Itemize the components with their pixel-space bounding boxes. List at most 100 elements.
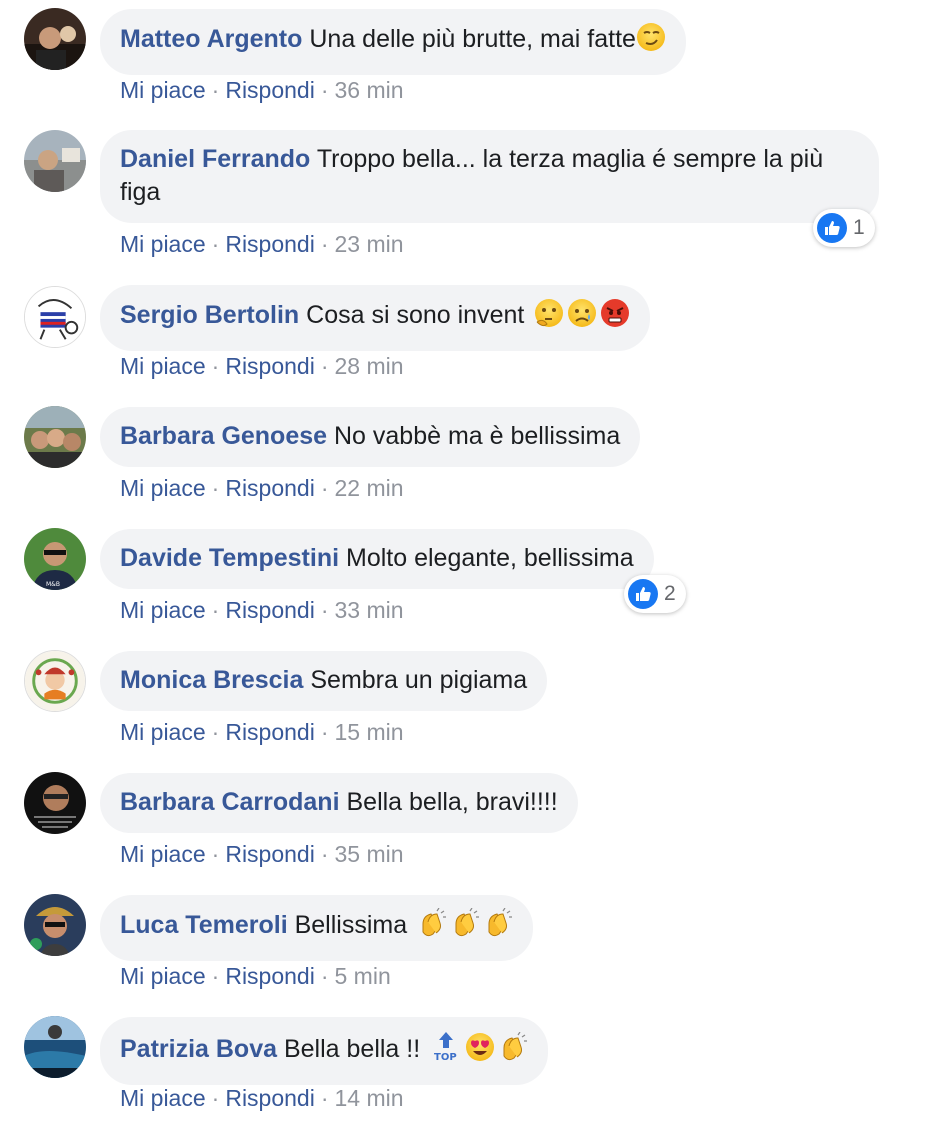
separator: · — [211, 719, 220, 745]
comment-bubble: Sergio Bertolin Cosa si sono invent — [100, 285, 651, 351]
reaction-count-badge[interactable]: 1 — [813, 209, 875, 247]
like-link[interactable]: Mi piace — [120, 231, 206, 257]
separator: · — [320, 231, 329, 257]
separator: · — [211, 841, 220, 867]
comment-actions: Mi piace · Rispondi · 5 min — [120, 962, 391, 990]
reaction-count: 1 — [853, 216, 865, 239]
reply-link[interactable]: Rispondi — [225, 231, 315, 257]
reply-link[interactable]: Rispondi — [225, 963, 315, 989]
reply-link[interactable]: Rispondi — [225, 353, 315, 379]
comment-timestamp[interactable]: 22 min — [335, 475, 404, 501]
comment-author[interactable]: Davide Tempestini — [120, 544, 339, 572]
comment-actions: Mi piace · Rispondi · 15 min — [120, 718, 404, 746]
sad-tear-face-icon — [567, 298, 597, 337]
comment-text: Sembra un pigiama — [310, 666, 528, 694]
comment-actions: Mi piace · Rispondi · 23 min — [120, 230, 404, 258]
comment-author[interactable]: Barbara Carrodani — [120, 788, 340, 816]
like-link[interactable]: Mi piace — [120, 1085, 206, 1111]
thinking-face-icon — [534, 298, 564, 337]
separator: · — [211, 1085, 220, 1111]
avatar[interactable] — [24, 772, 86, 834]
comment-timestamp[interactable]: 33 min — [335, 597, 404, 623]
reply-link[interactable]: Rispondi — [225, 841, 315, 867]
like-link[interactable]: Mi piace — [120, 77, 206, 103]
reply-link[interactable]: Rispondi — [225, 77, 315, 103]
comment-text: Bella bella !! — [283, 1035, 421, 1063]
avatar[interactable] — [24, 8, 86, 70]
comment-text: Una delle più brutte, mai fatte — [309, 25, 636, 53]
comment-actions: Mi piace · Rispondi · 35 min — [120, 840, 404, 868]
like-link[interactable]: Mi piace — [120, 841, 206, 867]
reaction-count-badge[interactable]: 2 — [624, 575, 686, 613]
comment-timestamp[interactable]: 23 min — [335, 231, 404, 257]
comment-author[interactable]: Sergio Bertolin — [120, 301, 299, 329]
comment-text: Cosa si sono invent — [306, 301, 525, 329]
like-link[interactable]: Mi piace — [120, 597, 206, 623]
comment-author[interactable]: Daniel Ferrando — [120, 145, 310, 173]
comment-bubble: Matteo Argento Una delle più brutte, mai… — [100, 9, 686, 75]
comment-bubble: Barbara Genoese No vabbè ma è bellissima — [100, 407, 641, 467]
comment-bubble: Luca Temeroli Bellissima — [100, 895, 534, 961]
like-link[interactable]: Mi piace — [120, 353, 206, 379]
like-link[interactable]: Mi piace — [120, 963, 206, 989]
separator: · — [320, 841, 329, 867]
avatar[interactable] — [24, 406, 86, 468]
reply-link[interactable]: Rispondi — [225, 1085, 315, 1111]
comment-author[interactable]: Luca Temeroli — [120, 911, 288, 939]
comment-author[interactable]: Barbara Genoese — [120, 422, 327, 450]
comment-text: Molto elegante, bellissima — [346, 544, 634, 572]
top-arrow-icon: TOP — [433, 1030, 459, 1071]
comment-bubble: Patrizia Bova Bella bella !! TOP — [100, 1017, 549, 1085]
comment-author[interactable]: Monica Brescia — [120, 666, 303, 694]
comment-bubble: Daniel Ferrando Troppo bella... la terza… — [100, 130, 879, 223]
separator: · — [211, 475, 220, 501]
clapping-hands-icon — [450, 907, 480, 947]
like-link[interactable]: Mi piace — [120, 719, 206, 745]
separator: · — [320, 963, 329, 989]
svg-text:TOP: TOP — [434, 1052, 457, 1062]
avatar[interactable] — [24, 650, 86, 712]
avatar[interactable]: M&B — [24, 528, 86, 590]
comment-timestamp[interactable]: 35 min — [335, 841, 404, 867]
separator: · — [211, 963, 220, 989]
reply-link[interactable]: Rispondi — [225, 597, 315, 623]
svg-text:M&B: M&B — [46, 581, 60, 588]
comment-actions: Mi piace · Rispondi · 36 min — [120, 76, 404, 104]
separator: · — [320, 353, 329, 379]
comment-timestamp[interactable]: 28 min — [335, 353, 404, 379]
comment-bubble: Monica Brescia Sembra un pigiama — [100, 651, 548, 711]
separator: · — [211, 231, 220, 257]
clapping-hands-icon — [417, 907, 447, 947]
comment-timestamp[interactable]: 14 min — [335, 1085, 404, 1111]
separator: · — [211, 77, 220, 103]
like-reaction-icon — [628, 579, 658, 609]
separator: · — [211, 597, 220, 623]
comment-bubble: Davide Tempestini Molto elegante, bellis… — [100, 529, 654, 589]
comment-text: No vabbè ma è bellissima — [334, 422, 621, 450]
like-link[interactable]: Mi piace — [120, 475, 206, 501]
avatar[interactable] — [24, 1016, 86, 1078]
separator: · — [320, 475, 329, 501]
reply-link[interactable]: Rispondi — [225, 475, 315, 501]
comment-bubble: Barbara Carrodani Bella bella, bravi!!!! — [100, 773, 578, 833]
separator: · — [320, 597, 329, 623]
comment-actions: Mi piace · Rispondi · 14 min — [120, 1084, 404, 1112]
avatar[interactable] — [24, 286, 86, 348]
comment-author[interactable]: Matteo Argento — [120, 25, 302, 53]
comment-timestamp[interactable]: 5 min — [335, 963, 391, 989]
reply-link[interactable]: Rispondi — [225, 719, 315, 745]
comment-text: Bella bella, bravi!!!! — [346, 788, 558, 816]
angry-face-icon — [600, 298, 630, 337]
separator: · — [320, 719, 329, 745]
clapping-hands-icon — [483, 907, 513, 947]
clapping-hands-icon — [498, 1031, 528, 1071]
separator: · — [211, 353, 220, 379]
heart-eyes-face-icon — [465, 1032, 495, 1071]
comment-timestamp[interactable]: 36 min — [335, 77, 404, 103]
comment-actions: Mi piace · Rispondi · 22 min — [120, 474, 404, 502]
comment-actions: Mi piace · Rispondi · 28 min — [120, 352, 404, 380]
avatar[interactable] — [24, 130, 86, 192]
comment-author[interactable]: Patrizia Bova — [120, 1035, 277, 1063]
comment-timestamp[interactable]: 15 min — [335, 719, 404, 745]
avatar[interactable] — [24, 894, 86, 956]
